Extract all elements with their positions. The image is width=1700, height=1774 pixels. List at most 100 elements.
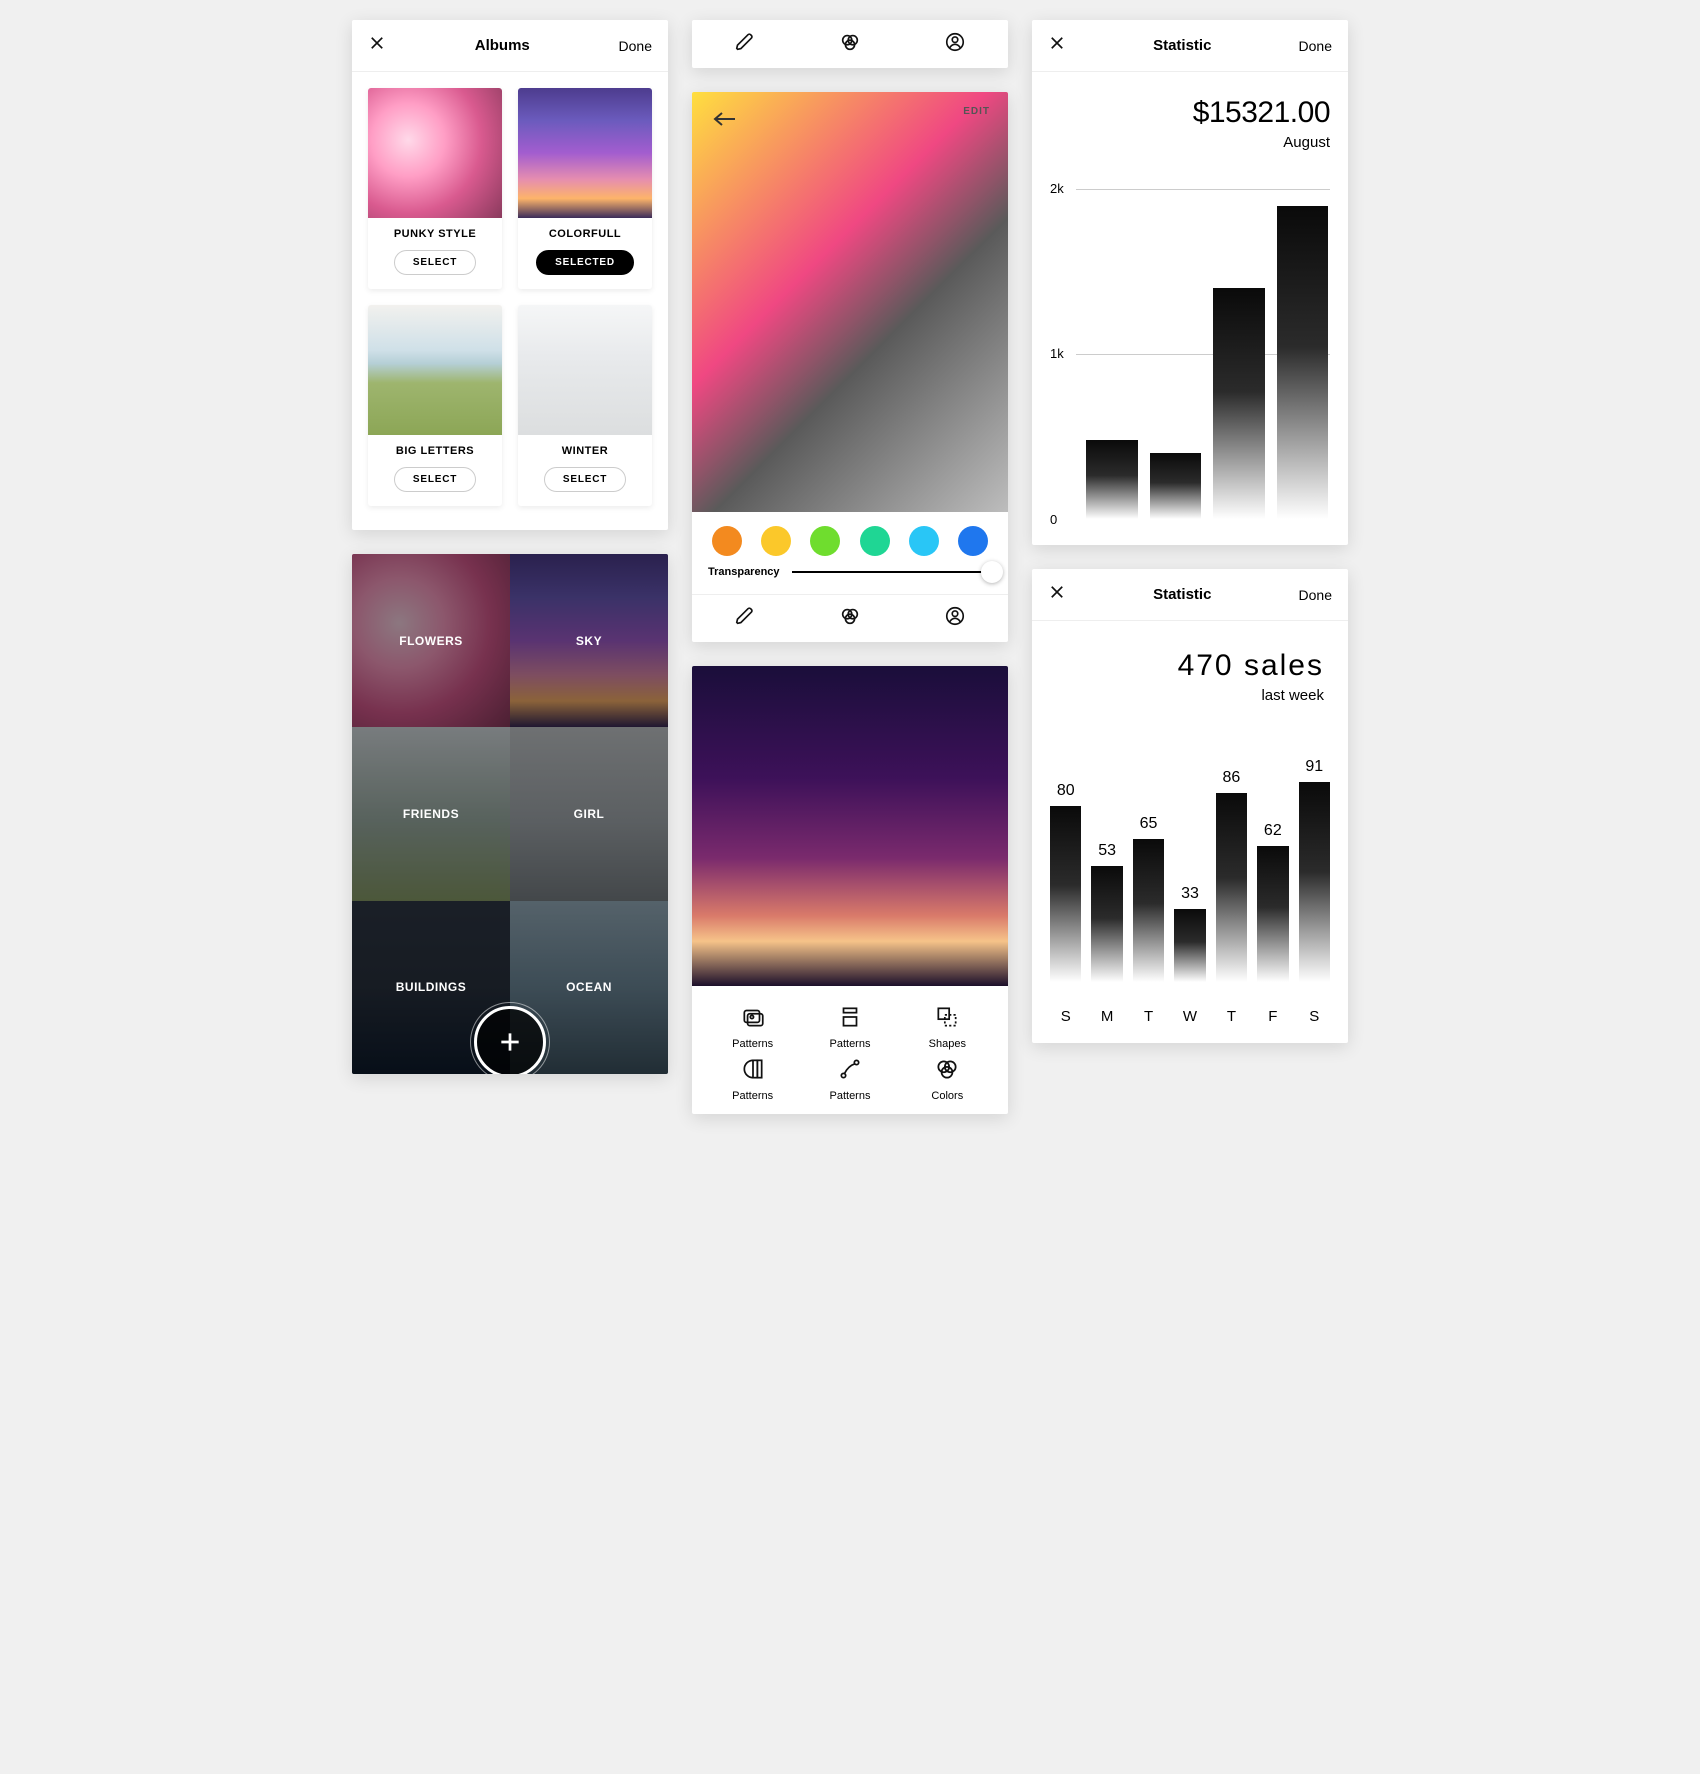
profile-icon[interactable] bbox=[944, 605, 966, 632]
done-button[interactable]: Done bbox=[1299, 587, 1332, 603]
tool-icon bbox=[934, 1056, 960, 1082]
tool-icon bbox=[837, 1004, 863, 1030]
back-icon[interactable] bbox=[706, 106, 742, 132]
x-tick-label: W bbox=[1174, 1008, 1205, 1025]
statistic-title: Statistic bbox=[1153, 586, 1211, 603]
close-icon[interactable] bbox=[368, 34, 386, 57]
color-swatch[interactable] bbox=[958, 526, 988, 556]
tool-label: Patterns bbox=[732, 1038, 773, 1050]
tool-colors[interactable]: Colors bbox=[901, 1056, 994, 1102]
editor-canvas[interactable]: EDIT bbox=[692, 92, 1008, 512]
bar-column: 86 bbox=[1216, 769, 1247, 982]
bar-column: 62 bbox=[1257, 822, 1288, 982]
bar bbox=[1050, 806, 1081, 982]
albums-title: Albums bbox=[475, 37, 530, 54]
category-friends[interactable]: FRIENDS bbox=[352, 727, 510, 900]
bar bbox=[1174, 909, 1205, 982]
monthly-bar-chart: 0 2k1k bbox=[1032, 165, 1348, 545]
tool-icon bbox=[837, 1056, 863, 1082]
tool-label: Shapes bbox=[929, 1038, 966, 1050]
overlap-icon[interactable] bbox=[839, 605, 861, 632]
bar bbox=[1086, 440, 1138, 519]
bar-column: 65 bbox=[1133, 815, 1164, 982]
weekly-bar-chart: 80536533866291 SMTWTFS bbox=[1032, 712, 1348, 1043]
category-sky[interactable]: SKY bbox=[510, 554, 668, 727]
x-tick-label: S bbox=[1299, 1008, 1330, 1025]
bar bbox=[1299, 782, 1330, 982]
tool-icon bbox=[740, 1004, 766, 1030]
x-tick-label: M bbox=[1091, 1008, 1122, 1025]
category-label: FRIENDS bbox=[403, 807, 459, 821]
slider-knob[interactable] bbox=[981, 561, 1003, 583]
album-thumbnail bbox=[368, 88, 502, 218]
bar-value-label: 53 bbox=[1098, 842, 1116, 860]
category-label: SKY bbox=[576, 634, 602, 648]
color-swatch[interactable] bbox=[860, 526, 890, 556]
bar bbox=[1216, 793, 1247, 982]
close-icon[interactable] bbox=[1048, 34, 1066, 57]
select-pill[interactable]: SELECT bbox=[394, 467, 476, 492]
category-label: GIRL bbox=[574, 807, 605, 821]
tool-patterns[interactable]: Patterns bbox=[803, 1056, 896, 1102]
color-swatch[interactable] bbox=[810, 526, 840, 556]
edit-label[interactable]: EDIT bbox=[963, 106, 990, 117]
tool-patterns[interactable]: Patterns bbox=[706, 1056, 799, 1102]
overlap-icon[interactable] bbox=[839, 31, 861, 58]
tool-label: Patterns bbox=[732, 1090, 773, 1102]
color-swatch[interactable] bbox=[761, 526, 791, 556]
stat-value: $15321.00 bbox=[1050, 96, 1330, 130]
close-icon[interactable] bbox=[1048, 583, 1066, 606]
album-name: COLORFULL bbox=[526, 228, 644, 240]
add-button[interactable] bbox=[474, 1006, 546, 1074]
bar bbox=[1133, 839, 1164, 982]
category-label: OCEAN bbox=[566, 980, 612, 994]
color-swatch[interactable] bbox=[712, 526, 742, 556]
tool-patterns[interactable]: Patterns bbox=[706, 1004, 799, 1050]
categories-screen: FLOWERSSKYFRIENDSGIRLBUILDINGSOCEAN bbox=[352, 554, 668, 1074]
bar-value-label: 62 bbox=[1264, 822, 1282, 840]
statistic-week: Statistic Done 470 sales last week 80536… bbox=[1032, 569, 1348, 1043]
tool-shapes[interactable]: Shapes bbox=[901, 1004, 994, 1050]
transparency-slider[interactable] bbox=[792, 571, 992, 573]
bar-column: 80 bbox=[1050, 782, 1081, 982]
image-editor: EDIT Transparency bbox=[692, 92, 1008, 642]
x-tick-label: T bbox=[1133, 1008, 1164, 1025]
select-pill[interactable]: SELECT bbox=[544, 467, 626, 492]
color-swatch[interactable] bbox=[909, 526, 939, 556]
bar-column: 53 bbox=[1091, 842, 1122, 982]
albums-screen: Albums Done PUNKY STYLE SELECT COLORFULL… bbox=[352, 20, 668, 530]
bar-value-label: 86 bbox=[1223, 769, 1241, 787]
transparency-label: Transparency bbox=[708, 566, 780, 578]
done-button[interactable]: Done bbox=[1299, 38, 1332, 54]
statistic-title: Statistic bbox=[1153, 37, 1211, 54]
tool-patterns[interactable]: Patterns bbox=[803, 1004, 896, 1050]
album-card[interactable]: COLORFULL SELECTED bbox=[518, 88, 652, 289]
x-tick-label: F bbox=[1257, 1008, 1288, 1025]
album-card[interactable]: BIG LETTERS SELECT bbox=[368, 305, 502, 506]
selected-pill[interactable]: SELECTED bbox=[536, 250, 634, 275]
preview-image bbox=[692, 666, 1008, 986]
album-name: BIG LETTERS bbox=[376, 445, 494, 457]
editor-toolbar-card bbox=[692, 20, 1008, 68]
x-tick-label: S bbox=[1050, 1008, 1081, 1025]
bar-column: 91 bbox=[1299, 758, 1330, 982]
tool-label: Colors bbox=[931, 1090, 963, 1102]
select-pill[interactable]: SELECT bbox=[394, 250, 476, 275]
category-flowers[interactable]: FLOWERS bbox=[352, 554, 510, 727]
profile-icon[interactable] bbox=[944, 31, 966, 58]
done-button[interactable]: Done bbox=[619, 38, 652, 54]
pencil-icon[interactable] bbox=[734, 31, 756, 58]
bar bbox=[1091, 866, 1122, 982]
y-tick-label: 2k bbox=[1050, 181, 1064, 196]
tool-label: Patterns bbox=[830, 1090, 871, 1102]
pencil-icon[interactable] bbox=[734, 605, 756, 632]
album-thumbnail bbox=[518, 88, 652, 218]
stat-value: 470 sales bbox=[1056, 649, 1324, 683]
bar-column: 33 bbox=[1174, 885, 1205, 982]
category-girl[interactable]: GIRL bbox=[510, 727, 668, 900]
y-tick-label: 1k bbox=[1050, 346, 1064, 361]
x-tick-label: T bbox=[1216, 1008, 1247, 1025]
album-card[interactable]: WINTER SELECT bbox=[518, 305, 652, 506]
category-label: FLOWERS bbox=[399, 634, 463, 648]
album-card[interactable]: PUNKY STYLE SELECT bbox=[368, 88, 502, 289]
